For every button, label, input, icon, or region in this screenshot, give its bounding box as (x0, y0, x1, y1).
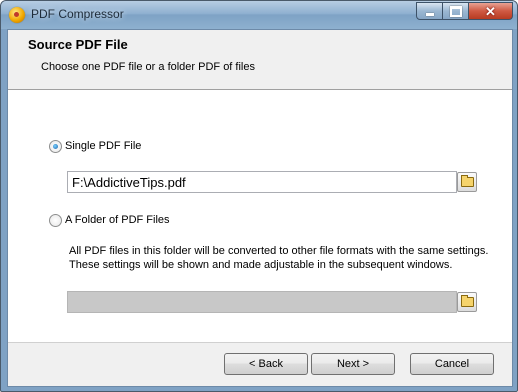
folder-path-input[interactable] (67, 291, 457, 313)
page-title: Source PDF File (28, 37, 128, 52)
minimize-icon (425, 12, 434, 16)
maximize-icon (449, 5, 462, 17)
single-pdf-label[interactable]: Single PDF File (65, 140, 141, 152)
single-pdf-browse-button[interactable] (457, 172, 477, 192)
cancel-button[interactable]: Cancel (410, 353, 494, 375)
app-icon[interactable] (9, 7, 25, 23)
back-button[interactable]: < Back (224, 353, 308, 375)
next-button[interactable]: Next > (311, 353, 395, 375)
title-bar[interactable]: PDF Compressor ✕ (1, 1, 517, 29)
maximize-button[interactable] (443, 2, 469, 20)
window-title: PDF Compressor (31, 7, 124, 21)
single-pdf-radio[interactable] (49, 140, 62, 153)
caption-buttons: ✕ (416, 2, 513, 20)
wizard-footer: < Back Next > Cancel (8, 343, 512, 386)
close-icon: ✕ (485, 3, 496, 19)
minimize-button[interactable] (416, 2, 443, 20)
page-subtitle: Choose one PDF file or a folder PDF of f… (41, 61, 255, 73)
app-window: PDF Compressor ✕ Source PDF File Choose … (0, 0, 518, 392)
open-folder-icon (460, 175, 474, 187)
wizard-body: Single PDF File A Folder of PDF Files Al… (8, 90, 512, 343)
single-pdf-path-input[interactable] (67, 171, 457, 193)
wizard-header: Source PDF File Choose one PDF file or a… (8, 30, 512, 90)
dialog-client-area: Source PDF File Choose one PDF file or a… (7, 29, 513, 387)
folder-label[interactable]: A Folder of PDF Files (65, 214, 170, 226)
folder-description: All PDF files in this folder will be con… (69, 245, 489, 271)
folder-radio[interactable] (49, 214, 62, 227)
open-folder-icon (460, 295, 474, 307)
folder-browse-button[interactable] (457, 292, 477, 312)
close-button[interactable]: ✕ (469, 2, 513, 20)
